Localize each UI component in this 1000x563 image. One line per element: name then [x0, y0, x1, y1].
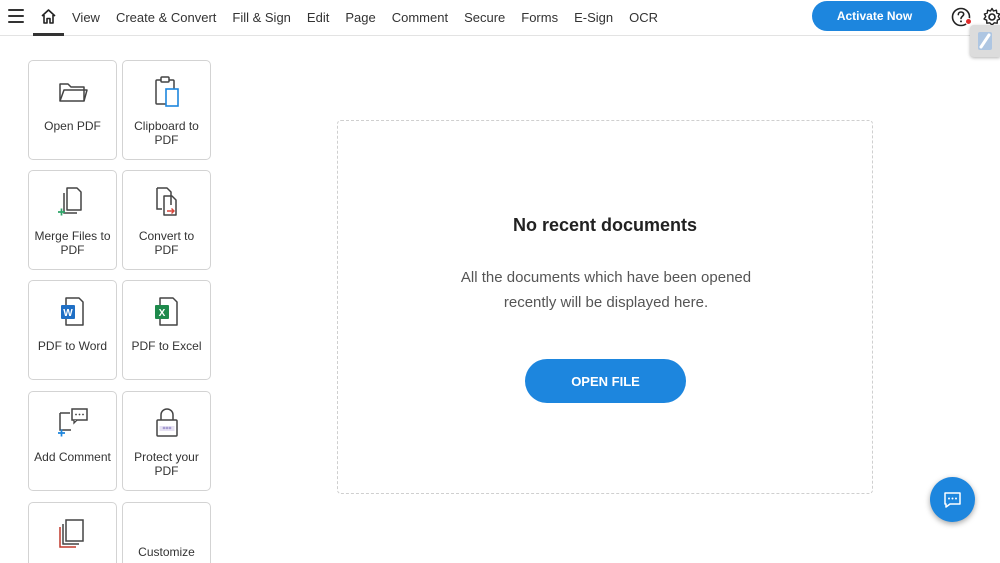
menu-secure[interactable]: Secure: [464, 10, 505, 25]
tool-clipboard-to-pdf[interactable]: Clipboard to PDF: [122, 60, 211, 160]
recent-documents-panel: No recent documents All the documents wh…: [337, 120, 873, 494]
excel-icon: X: [154, 297, 178, 326]
svg-text:X: X: [158, 308, 165, 319]
menu-forms[interactable]: Forms: [521, 10, 558, 25]
comment-icon: [57, 408, 88, 437]
tool-label: Open PDF: [44, 119, 101, 133]
home-icon: [41, 9, 56, 24]
menu-fill-sign[interactable]: Fill & Sign: [232, 10, 291, 25]
chat-icon: [944, 492, 961, 508]
menu-esign[interactable]: E-Sign: [574, 10, 613, 25]
menu-view[interactable]: View: [72, 10, 100, 25]
menu-edit[interactable]: Edit: [307, 10, 329, 25]
tool-label: Merge Files to PDF: [34, 229, 111, 257]
pen-icon: [978, 32, 992, 50]
tool-add-comment[interactable]: Add Comment: [28, 391, 117, 491]
notification-dot: [965, 18, 972, 25]
home-tab[interactable]: [33, 0, 64, 36]
tool-pdf-to-excel[interactable]: X PDF to Excel: [122, 280, 211, 380]
pages-icon: [58, 519, 84, 548]
tool-pages[interactable]: [28, 502, 117, 563]
merge-files-icon: [57, 187, 82, 216]
gear-icon[interactable]: [982, 7, 1000, 27]
chat-button[interactable]: [930, 477, 975, 522]
main-menu: View Create & Convert Fill & Sign Edit P…: [72, 0, 674, 34]
tool-label: Protect your PDF: [134, 450, 199, 478]
tool-open-pdf[interactable]: Open PDF: [28, 60, 117, 160]
hamburger-menu-icon[interactable]: [8, 9, 24, 23]
tool-pdf-to-word[interactable]: W PDF to Word: [28, 280, 117, 380]
tool-label: Customize: [138, 545, 195, 559]
empty-state-description: All the documents which have been opened…: [460, 269, 752, 311]
folder-icon: [58, 83, 88, 102]
menu-create-convert[interactable]: Create & Convert: [116, 10, 216, 25]
side-panel-tab[interactable]: [970, 25, 1000, 57]
tool-label: Convert to PDF: [138, 229, 195, 257]
tool-label: Add Comment: [34, 450, 111, 464]
tool-convert-to-pdf[interactable]: Convert to PDF: [122, 170, 211, 270]
clipboard-icon: [154, 76, 179, 107]
menu-page[interactable]: Page: [345, 10, 375, 25]
tool-protect-pdf[interactable]: *** Protect your PDF: [122, 391, 211, 491]
tool-merge-files[interactable]: Merge Files to PDF: [28, 170, 117, 270]
word-icon: W: [60, 297, 84, 326]
menu-ocr[interactable]: OCR: [629, 10, 658, 25]
convert-icon: [155, 187, 177, 216]
svg-text:W: W: [63, 308, 73, 319]
svg-text:***: ***: [162, 426, 171, 433]
tool-customize[interactable]: Customize: [122, 502, 211, 563]
empty-state-title: No recent documents: [512, 215, 698, 235]
tool-label: PDF to Excel: [131, 339, 202, 353]
menu-comment[interactable]: Comment: [392, 10, 448, 25]
top-toolbar: View Create & Convert Fill & Sign Edit P…: [0, 0, 1000, 36]
lock-icon: ***: [155, 408, 178, 437]
activate-now-button[interactable]: Activate Now: [812, 1, 937, 31]
open-file-button[interactable]: OPEN FILE: [525, 359, 686, 403]
tool-label: PDF to Word: [37, 339, 108, 353]
tool-label: Clipboard to PDF: [134, 119, 199, 147]
